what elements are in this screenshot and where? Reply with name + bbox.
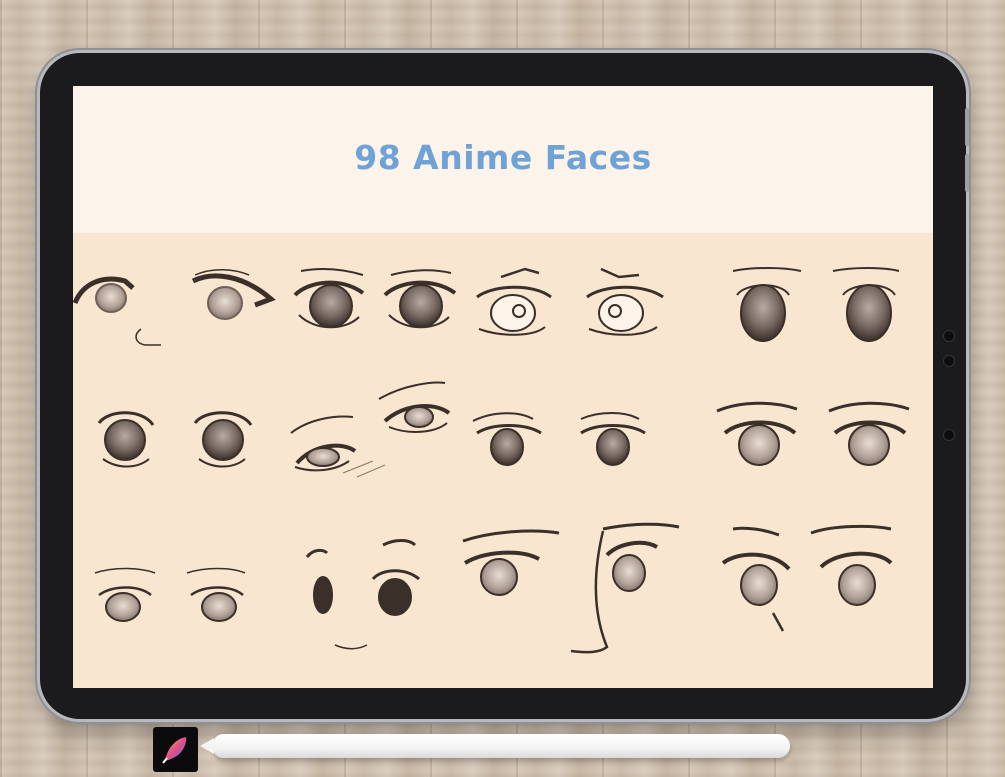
eye-set-3 <box>476 267 664 336</box>
eye-set-2 <box>293 267 457 329</box>
volume-button <box>965 108 969 146</box>
eye-set-6 <box>290 381 451 478</box>
camera-icon <box>943 330 955 342</box>
sensor-icon <box>943 355 955 367</box>
eye-set-1 <box>73 269 276 346</box>
sensor-icon <box>943 429 955 441</box>
anime-eyes-artwork <box>73 267 910 654</box>
pencil-tip-icon <box>200 738 214 754</box>
procreate-app-icon <box>153 727 198 772</box>
eye-set-5 <box>97 411 253 468</box>
eye-set-8 <box>716 401 910 466</box>
eye-set-11 <box>462 522 680 654</box>
eye-set-12 <box>721 524 893 632</box>
tablet-screen: 98 Anime Faces <box>73 86 933 688</box>
eye-set-10 <box>305 539 420 650</box>
volume-button <box>965 154 969 192</box>
tablet-device: 98 Anime Faces <box>40 53 966 719</box>
page-title: 98 Anime Faces <box>354 138 652 177</box>
stylus-pencil <box>200 734 790 758</box>
title-banner: 98 Anime Faces <box>73 86 933 233</box>
eye-set-4 <box>732 267 900 342</box>
eye-set-9 <box>94 567 246 622</box>
eye-set-7 <box>472 412 646 466</box>
